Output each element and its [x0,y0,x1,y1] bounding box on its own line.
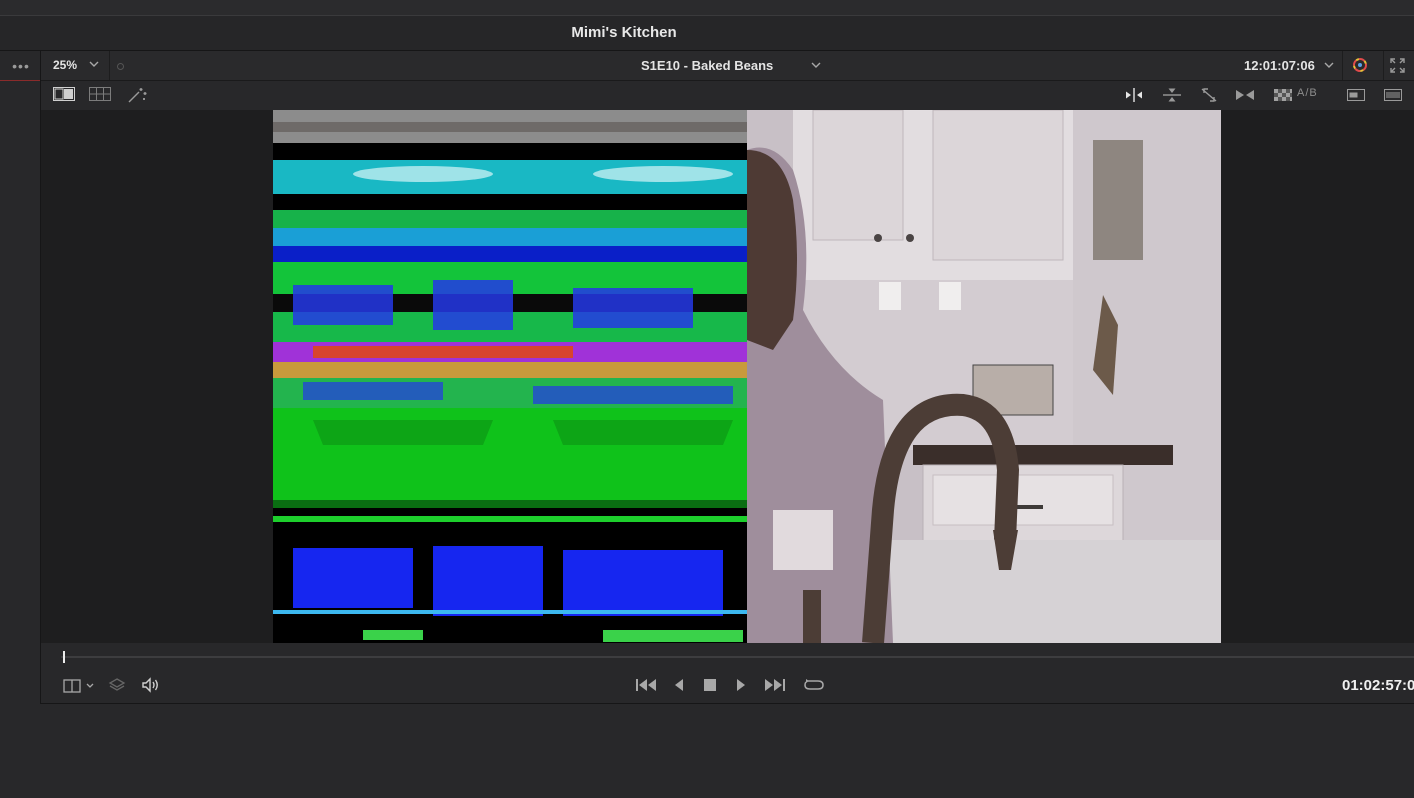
stop-icon[interactable] [703,678,717,692]
scrubber-bar[interactable] [41,643,1414,669]
video-viewer[interactable] [41,110,1414,643]
top-edge [0,0,1414,16]
divider [1342,51,1343,80]
magic-wand-icon[interactable] [127,87,149,103]
divider [1383,51,1384,80]
zoom-level[interactable]: 25% [53,51,77,80]
chevron-down-icon[interactable] [811,61,821,69]
checkerboard-icon[interactable] [1272,87,1294,103]
step-back-icon[interactable] [672,677,686,693]
diagonal-wipe-icon[interactable] [1198,87,1220,103]
chevron-down-icon[interactable] [1324,61,1334,69]
project-title: Mimi's Kitchen [571,24,677,41]
record-timecode: 01:02:57:0 [1342,677,1414,694]
center-wipe-icon[interactable] [1234,87,1256,103]
viewer-header-toolbar: 25% S1E10 - Baked Beans 12:01:07:06 [41,51,1414,81]
video-frame-image [273,110,1221,643]
ab-compare-toggle[interactable]: A/B [1297,87,1318,99]
horizontal-wipe-icon[interactable] [1123,87,1145,103]
viewer-mode-icon[interactable] [63,678,97,694]
skip-to-start-icon[interactable] [635,677,657,693]
color-wheel-icon[interactable] [1352,57,1368,73]
title-bar: Mimi's Kitchen [0,16,1414,51]
chevron-down-icon[interactable] [89,60,99,68]
divider [109,51,110,80]
volume-icon[interactable] [141,677,161,693]
layers-icon[interactable] [108,677,126,693]
play-icon[interactable] [734,677,748,693]
playhead[interactable] [63,651,65,663]
clip-name[interactable]: S1E10 - Baked Beans [641,51,773,80]
scrubber-track[interactable] [61,656,1414,658]
more-options-icon[interactable]: ••• [8,57,34,75]
skip-to-end-icon[interactable] [764,677,786,693]
status-dot-icon [117,63,124,70]
overlay-icon[interactable] [1345,87,1367,103]
multi-viewer-icon[interactable] [89,87,111,103]
fullscreen-icon[interactable] [1390,58,1405,73]
video-frame[interactable] [273,110,1221,643]
lower-panel [0,704,1414,798]
source-timecode[interactable]: 12:01:07:06 [1244,51,1315,80]
single-viewer-icon[interactable] [53,87,75,103]
list-icon[interactable] [1382,87,1404,103]
viewer-tools-toolbar: A/B [41,81,1414,109]
transport-controls: 01:02:57:0 [41,669,1414,704]
left-panel-strip: ••• [0,51,41,704]
loop-icon[interactable] [803,677,825,693]
active-indicator [0,80,40,81]
vertical-wipe-icon[interactable] [1161,87,1183,103]
